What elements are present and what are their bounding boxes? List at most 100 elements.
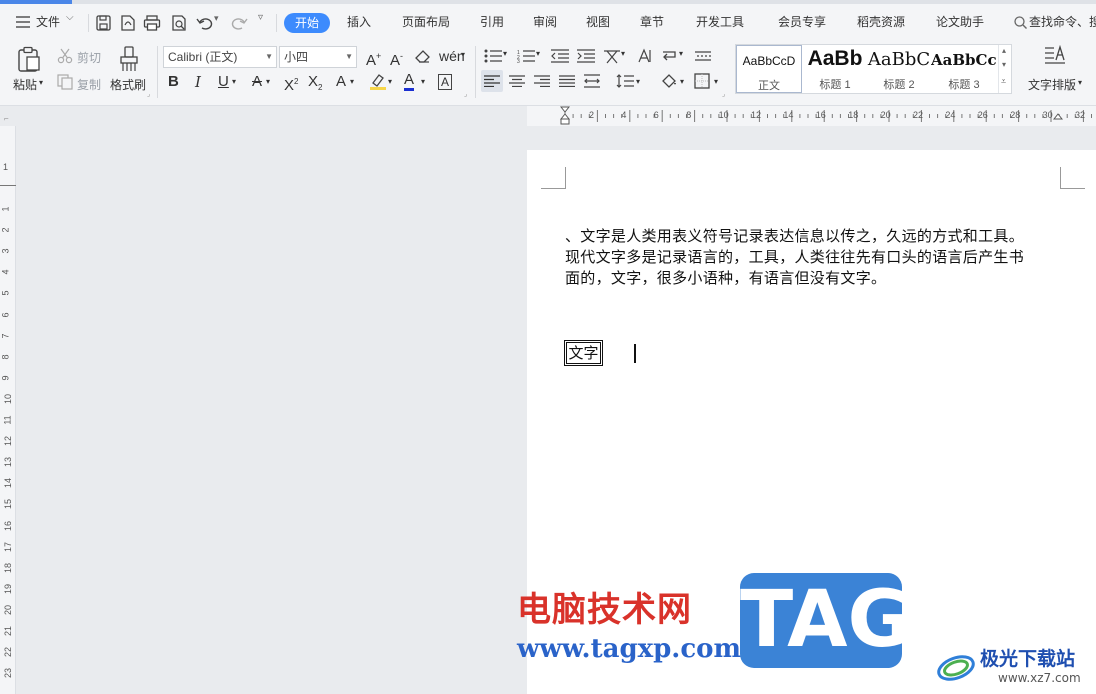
cut-icon[interactable] (57, 48, 73, 67)
tab-thesis-assistant[interactable]: 论文助手 (936, 13, 984, 30)
font-color-icon[interactable]: A (404, 72, 415, 91)
ruler-number: 10 (718, 110, 729, 120)
shading-dropdown-icon[interactable]: ▾ (680, 77, 684, 86)
command-search[interactable]: 查找命令、搜 (1029, 13, 1096, 30)
text-layout-button[interactable]: 文字排版 (1028, 76, 1076, 93)
font-group-launcher-icon[interactable]: ⌟ (464, 90, 467, 98)
borders-dropdown-icon[interactable]: ▾ (714, 77, 718, 86)
tab-docer[interactable]: 稻壳资源 (857, 13, 905, 30)
document-body[interactable]: 、文字是人类用表义符号记录表达信息以传之，久远的方式和工具。 现代文字多是记录语… (565, 226, 1065, 289)
tab-view[interactable]: 视图 (586, 13, 610, 30)
decrease-font-size-icon[interactable]: A- (390, 47, 403, 70)
style-heading-3[interactable]: AaBbCcI 标题 3 (931, 45, 997, 93)
paste-button[interactable]: 粘贴 (13, 76, 37, 93)
scroll-down-icon[interactable]: ▾ (1002, 60, 1006, 69)
decrease-indent-icon[interactable] (551, 49, 569, 66)
tab-developer[interactable]: 开发工具 (696, 13, 744, 30)
text-direction-icon[interactable] (636, 48, 652, 67)
line-spacing-dropdown-icon[interactable]: ▾ (636, 77, 640, 86)
undo-icon[interactable] (196, 14, 214, 32)
superscript-icon[interactable]: X2 (284, 73, 298, 95)
align-right-icon[interactable] (534, 75, 550, 90)
strikethrough-dropdown-icon[interactable]: ▾ (266, 77, 270, 86)
paste-dropdown-icon[interactable]: ▾ (39, 78, 43, 87)
file-menu-chevron-icon[interactable]: ⌵ (66, 12, 74, 23)
scroll-up-icon[interactable]: ▴ (1002, 46, 1006, 55)
style-normal[interactable]: AaBbCcD 正文 (736, 45, 802, 93)
tab-insert[interactable]: 插入 (347, 13, 371, 30)
underline-icon[interactable]: U (218, 73, 229, 91)
numbered-list-icon[interactable]: 123 (517, 49, 535, 66)
horizontal-ruler[interactable]: 2 4 6 8 10 12 14 16 18 20 22 24 26 28 30 32 (527, 106, 1096, 126)
text-layout-icon[interactable] (1044, 44, 1066, 70)
save-icon[interactable] (95, 14, 113, 32)
styles-scroll[interactable]: ▴ ▾ ⩡ (998, 45, 1012, 93)
font-name-select[interactable]: Calibri (正文) ▼ (163, 46, 277, 68)
tab-home[interactable]: 开始 (284, 13, 330, 33)
distributed-align-icon[interactable] (584, 74, 600, 91)
italic-icon[interactable]: I (195, 73, 201, 91)
undo-dropdown-icon[interactable]: ▾ (214, 13, 219, 24)
text-effect-icon[interactable]: A (336, 73, 346, 91)
align-left-icon[interactable] (484, 75, 500, 90)
show-marks-icon[interactable] (694, 50, 712, 65)
quick-access-more-icon[interactable]: ▿ (258, 12, 263, 23)
highlight-icon[interactable] (369, 72, 387, 93)
increase-font-size-icon[interactable]: A+ (366, 47, 381, 70)
tab-section[interactable]: 章节 (640, 13, 664, 30)
paragraph-group-launcher-icon[interactable]: ⌟ (722, 90, 725, 98)
numbering-dropdown-icon[interactable]: ▾ (536, 49, 540, 58)
tab-references[interactable]: 引用 (480, 13, 504, 30)
right-indent-marker-icon[interactable] (1052, 106, 1064, 129)
line-spacing-icon[interactable] (616, 73, 634, 92)
copy-button[interactable]: 复制 (77, 76, 101, 93)
text-effect-dropdown-icon[interactable]: ▾ (350, 77, 354, 86)
format-painter-icon[interactable] (119, 46, 139, 75)
align-center-icon[interactable] (509, 75, 525, 90)
text-layout-dropdown-icon[interactable]: ▾ (1078, 78, 1082, 87)
phonetic-dropdown-icon[interactable]: ▾ (461, 50, 465, 59)
redo-icon[interactable] (230, 14, 248, 32)
style-heading-2[interactable]: AaBbC 标题 2 (867, 45, 931, 93)
character-border-icon[interactable]: A (438, 74, 453, 90)
hamburger-menu-icon[interactable] (16, 16, 30, 31)
print-preview-icon[interactable] (170, 14, 188, 32)
search-icon[interactable] (1014, 16, 1027, 32)
chinese-layout-icon[interactable] (603, 48, 621, 67)
tab-member[interactable]: 会员专享 (778, 13, 826, 30)
underline-dropdown-icon[interactable]: ▾ (232, 77, 236, 86)
borders-icon[interactable] (694, 73, 710, 92)
style-heading-1[interactable]: AaBb 标题 1 (803, 45, 867, 93)
clipboard-group-launcher-icon[interactable]: ⌟ (147, 90, 150, 98)
bullet-dropdown-icon[interactable]: ▾ (503, 49, 507, 58)
indent-marker-icon[interactable] (559, 106, 571, 129)
cut-button[interactable]: 剪切 (77, 49, 101, 66)
line-break-dropdown-icon[interactable]: ▾ (679, 49, 683, 58)
justify-icon[interactable] (559, 75, 575, 90)
enclosed-character-text[interactable]: 文字 (564, 340, 603, 366)
clear-format-icon[interactable] (415, 49, 431, 66)
export-pdf-icon[interactable] (119, 14, 137, 32)
vertical-ruler[interactable]: 1 2 3 4 5 6 7 8 9 10 11 12 13 14 15 16 17 18 19 20 21 22 23 (0, 150, 16, 694)
line-break-icon[interactable] (661, 48, 677, 67)
format-painter-button[interactable]: 格式刷 (110, 76, 146, 93)
chinese-layout-dropdown-icon[interactable]: ▾ (621, 49, 625, 58)
file-menu[interactable]: 文件 (36, 13, 60, 30)
font-color-dropdown-icon[interactable]: ▾ (421, 77, 425, 86)
increase-indent-icon[interactable] (577, 49, 595, 66)
strikethrough-icon[interactable]: A (252, 73, 262, 91)
bullet-list-icon[interactable] (484, 49, 502, 66)
shading-icon[interactable] (660, 73, 678, 92)
tab-review[interactable]: 审阅 (533, 13, 557, 30)
font-size-select[interactable]: 小四 ▼ (279, 46, 357, 68)
paste-icon[interactable] (17, 46, 41, 75)
styles-more-icon[interactable]: ⩡ (1001, 76, 1006, 87)
tab-page-layout[interactable]: 页面布局 (402, 13, 450, 30)
copy-icon[interactable] (57, 74, 73, 93)
ruler-number: 16 (815, 110, 826, 120)
bold-icon[interactable]: B (168, 73, 179, 91)
highlight-dropdown-icon[interactable]: ▾ (388, 77, 392, 86)
subscript-icon[interactable]: X2 (308, 73, 322, 97)
ruler-corner-icon[interactable]: ⌐ (4, 114, 9, 123)
print-icon[interactable] (143, 14, 161, 32)
